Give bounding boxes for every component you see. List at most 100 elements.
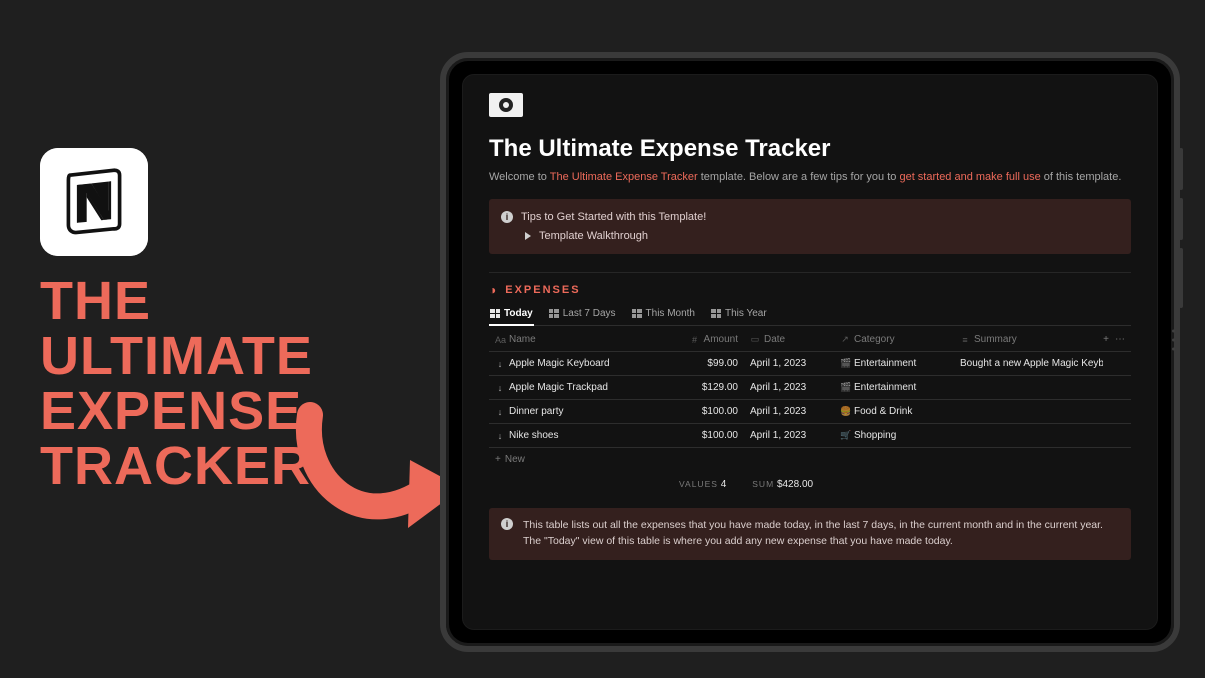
tab-last-7-days[interactable]: Last 7 Days	[548, 303, 617, 326]
footer-count-value: 4	[721, 479, 727, 490]
promo-title-line3: TRACKER	[40, 439, 410, 494]
welcome-link-1[interactable]: The Ultimate Expense Tracker	[550, 171, 698, 183]
tab-this-year[interactable]: This Year	[710, 303, 768, 326]
col-actions[interactable]: +⋯	[1103, 328, 1131, 351]
text-icon: ≡	[960, 335, 970, 345]
col-category[interactable]: ↗ Category	[834, 328, 954, 351]
cell-summary[interactable]: Bought a new Apple Magic Keyboard	[954, 352, 1103, 375]
cell-name[interactable]: ↓ Apple Magic Trackpad	[489, 376, 669, 399]
info-callout-text: This table lists out all the expenses th…	[523, 518, 1119, 550]
notion-logo-icon	[40, 148, 148, 256]
cell-date-text: April 1, 2023	[750, 430, 806, 441]
table-row[interactable]: ↓ Apple Magic Trackpad $129.00 April 1, 202…	[489, 376, 1131, 400]
tab-label: Last 7 Days	[563, 308, 616, 319]
cell-category[interactable]: 🍔Food & Drink	[834, 400, 954, 423]
welcome-pre: Welcome to	[489, 171, 550, 183]
cell-date[interactable]: April 1, 2023	[744, 376, 834, 399]
footer-sum-label: SUM	[752, 479, 774, 489]
cell-category-text: Entertainment	[854, 358, 916, 369]
expenses-table: AaName #Amount ▭Date ↗Category ≡Summary …	[489, 328, 1131, 490]
cell-name[interactable]: ↓ Apple Magic Keyboard	[489, 352, 669, 375]
expenses-tabs: Today Last 7 Days This Month This Year	[489, 303, 1131, 326]
col-date-label: Date	[764, 334, 785, 345]
down-arrow-icon: ↓	[495, 431, 505, 441]
plus-icon: +	[495, 454, 501, 465]
cell-category[interactable]: 🛒Shopping	[834, 424, 954, 447]
footer-count-label: VALUES	[679, 479, 718, 489]
cell-name-text: Apple Magic Trackpad	[509, 382, 608, 393]
down-arrow-icon: ↓	[495, 359, 505, 369]
cell-category[interactable]: 🎬 Entertainment	[834, 352, 954, 375]
tab-label: This Year	[725, 308, 767, 319]
cell-summary-text: Bought a new Apple Magic Keyboard	[960, 358, 1103, 369]
col-summary[interactable]: ≡ Summary	[954, 328, 1103, 351]
cell-date-text: April 1, 2023	[750, 406, 806, 417]
col-summary-label: Summary	[974, 334, 1017, 345]
cell-name-text: Dinner party	[509, 406, 563, 417]
tab-today[interactable]: Today	[489, 303, 534, 326]
col-name[interactable]: Aa Name	[489, 328, 669, 351]
cell-amount-text: $99.00	[707, 358, 738, 369]
cell-amount[interactable]: $99.00	[669, 352, 744, 375]
col-date[interactable]: ▭ Date	[744, 328, 834, 351]
cell-date[interactable]: April 1, 2023	[744, 400, 834, 423]
tablet-frame: The Ultimate Expense Tracker Welcome to …	[440, 52, 1180, 652]
new-row-label: New	[505, 454, 525, 465]
cell-summary[interactable]	[954, 382, 1103, 394]
play-icon[interactable]	[525, 232, 531, 240]
more-icon[interactable]: ⋯	[1115, 334, 1125, 345]
tablet-button-icon	[1179, 248, 1183, 308]
table-row[interactable]: ↓ Apple Magic Keyboard $99.00 April 1, 2023…	[489, 352, 1131, 376]
category-emoji-icon: 🎬	[840, 382, 850, 393]
cell-date[interactable]: April 1, 2023	[744, 352, 834, 375]
cell-name[interactable]: ↓ Dinner party	[489, 400, 669, 423]
page-title: The Ultimate Expense Tracker	[489, 135, 1131, 163]
col-name-label: Name	[509, 334, 536, 345]
number-prop-icon: #	[690, 335, 700, 345]
tips-callout-line2[interactable]: Template Walkthrough	[539, 227, 648, 246]
text-prop-icon: Aa	[495, 335, 505, 345]
down-arrow-icon: ↓	[495, 407, 505, 417]
col-category-label: Category	[854, 334, 895, 345]
cell-date-text: April 1, 2023	[750, 382, 806, 393]
cell-category-text: Food & Drink	[854, 406, 912, 417]
cell-amount[interactable]: $100.00	[669, 424, 744, 447]
promo-title-line2: EXPENSE	[40, 384, 410, 439]
divider	[489, 272, 1131, 273]
new-row-button[interactable]: + New	[489, 448, 1131, 471]
welcome-post: of this template.	[1041, 171, 1122, 183]
welcome-text: Welcome to The Ultimate Expense Tracker …	[489, 171, 1131, 183]
table-view-icon	[549, 309, 559, 318]
relation-icon: ↗	[840, 334, 850, 345]
table-view-icon	[632, 309, 642, 318]
cell-amount[interactable]: $100.00	[669, 400, 744, 423]
add-column-icon[interactable]: +	[1103, 334, 1109, 345]
calendar-icon: ▭	[750, 334, 760, 345]
tablet-dots-icon	[1172, 330, 1175, 351]
info-icon: i	[501, 211, 513, 223]
cell-amount[interactable]: $129.00	[669, 376, 744, 399]
cell-date[interactable]: April 1, 2023	[744, 424, 834, 447]
table-row[interactable]: ↓Nike shoes $100.00 April 1, 2023 🛒Shopping	[489, 424, 1131, 448]
bolt-icon: ◑	[489, 283, 498, 297]
col-amount[interactable]: #Amount	[669, 328, 744, 351]
table-row[interactable]: ↓ Dinner party $100.00 April 1, 2023 🍔Food &…	[489, 400, 1131, 424]
cell-amount-text: $100.00	[702, 430, 738, 441]
promo-title-line1: THE ULTIMATE	[40, 274, 410, 384]
money-icon	[489, 93, 523, 117]
table-header-row: AaName #Amount ▭Date ↗Category ≡Summary …	[489, 328, 1131, 352]
tab-label: Today	[504, 308, 533, 319]
category-emoji-icon: 🎬	[840, 358, 850, 369]
cell-summary[interactable]	[954, 406, 1103, 418]
cell-spacer	[1103, 358, 1131, 370]
cell-spacer	[1103, 382, 1131, 394]
cell-name[interactable]: ↓Nike shoes	[489, 424, 669, 447]
down-arrow-icon: ↓	[495, 383, 505, 393]
cell-name-text: Apple Magic Keyboard	[509, 358, 610, 369]
cell-summary[interactable]	[954, 430, 1103, 442]
cell-spacer	[1103, 406, 1131, 418]
tab-this-month[interactable]: This Month	[631, 303, 696, 326]
cell-category[interactable]: 🎬Entertainment	[834, 376, 954, 399]
welcome-link-2[interactable]: get started and make full use	[899, 171, 1040, 183]
info-icon: i	[501, 518, 513, 530]
